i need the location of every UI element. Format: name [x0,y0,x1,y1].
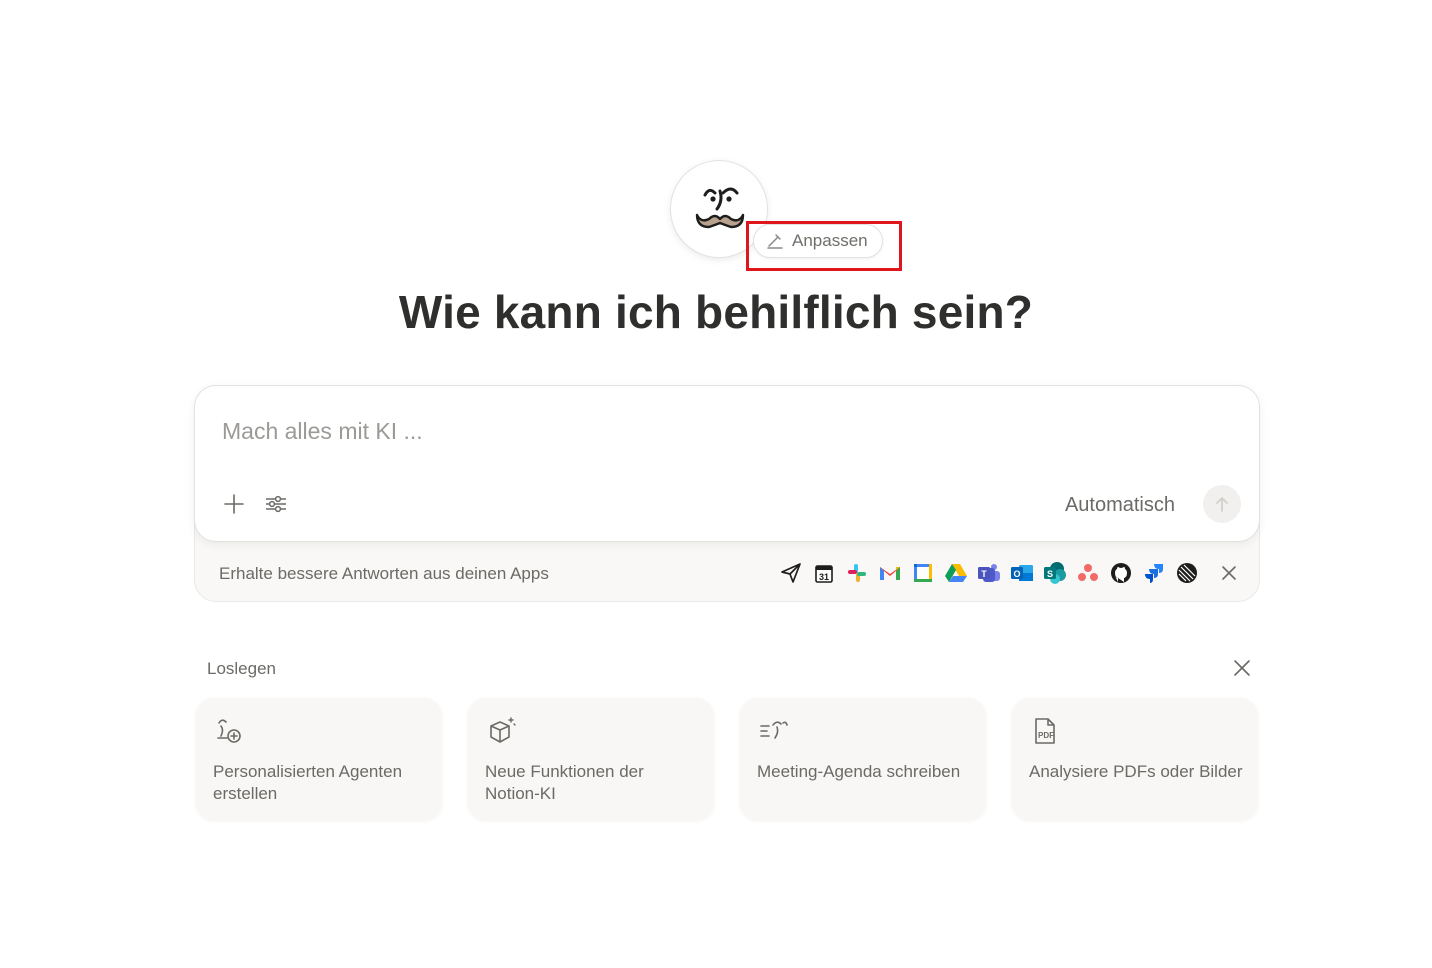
send-button[interactable] [1203,485,1241,523]
card-new-features[interactable]: Neue Funktionen der Notion-KI [468,698,714,820]
svg-text:O: O [1013,569,1020,579]
agenda-icon [760,721,788,739]
card-label: Analysiere PDFs oder Bilder [1029,762,1243,781]
card-analyze-pdfs[interactable]: PDF Analysiere PDFs oder Bilder [1012,698,1258,820]
arrow-up-icon [1216,497,1228,512]
settings-button[interactable] [262,490,290,518]
slack-icon[interactable] [845,561,869,585]
notion-ai-face-icon [695,187,745,229]
gmail-icon[interactable] [878,561,902,585]
card-create-agent[interactable]: Personalisierten Agenten erstellen [196,698,442,820]
svg-text:31: 31 [819,572,829,582]
composer-container: Automatisch Erhalte bessere Antworten au… [194,385,1260,602]
svg-text:PDF: PDF [1038,731,1054,740]
calendar-icon[interactable]: 31 [812,561,836,585]
get-started-close-button[interactable] [1229,655,1255,681]
google-calendar-icon[interactable] [911,561,935,585]
composer: Automatisch [194,385,1260,542]
jira-icon[interactable] [1142,561,1166,585]
get-started-label: Loslegen [207,659,277,678]
close-icon [1234,660,1250,676]
plus-icon [224,494,244,514]
agent-add-icon [217,719,241,743]
card-label: Personalisierten Agenten erstellen [213,762,403,803]
card-label: Neue Funktionen der Notion-KI [485,762,644,803]
highlight-box [746,221,902,271]
apps-banner-close-button[interactable] [1217,561,1241,585]
add-button[interactable] [220,490,248,518]
teams-icon[interactable]: T [977,561,1001,585]
mode-selector[interactable]: Automatisch [1065,494,1175,517]
outlook-icon[interactable]: O [1010,561,1034,585]
send-icon[interactable] [779,561,803,585]
sliders-icon [266,495,286,513]
google-drive-icon[interactable] [944,561,968,585]
asana-icon[interactable] [1076,561,1100,585]
card-meeting-agenda[interactable]: Meeting-Agenda schreiben [740,698,986,820]
close-icon [1222,566,1236,580]
prompt-input[interactable] [222,418,1122,445]
card-label: Meeting-Agenda schreiben [757,762,961,781]
page-title: Wie kann ich behilflich sein? [398,286,1034,338]
apps-icon-row: 31 T O S [779,561,1199,585]
svg-text:S: S [1047,569,1053,579]
linear-icon[interactable] [1175,561,1199,585]
sharepoint-icon[interactable]: S [1043,561,1067,585]
svg-text:T: T [981,569,987,579]
github-icon[interactable] [1109,561,1133,585]
apps-banner-text: Erhalte bessere Antworten aus deinen App… [219,564,549,583]
sparkle-box-icon [490,717,516,743]
pdf-icon: PDF [1035,718,1055,744]
